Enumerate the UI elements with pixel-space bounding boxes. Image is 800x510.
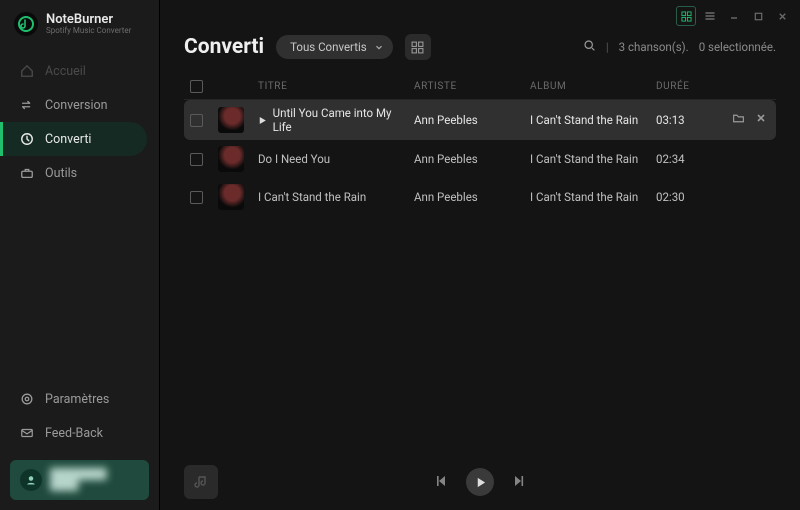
sidebar-item-label: Conversion (45, 98, 108, 113)
sidebar-item-home[interactable]: Accueil (0, 54, 147, 88)
close-icon (755, 112, 767, 124)
sidebar-item-label: Accueil (45, 64, 86, 79)
track-title: I Can't Stand the Rain (258, 190, 366, 204)
track-duration: 02:34 (656, 152, 711, 166)
sidebar-item-settings[interactable]: Paramètres (0, 382, 147, 416)
brand-subtitle: Spotify Music Converter (46, 27, 131, 35)
brand-title: NoteBurner (46, 13, 131, 27)
chevron-down-icon (374, 42, 384, 52)
sidebar-item-label: Paramètres (45, 392, 109, 407)
col-duration: DURÉE (656, 81, 711, 92)
sidebar-item-tools[interactable]: Outils (0, 156, 147, 190)
play-icon (475, 477, 486, 488)
table-header: TITRE ARTISTE ALBUM DURÉE (184, 74, 776, 100)
filter-dropdown[interactable]: Tous Convertis (276, 35, 393, 59)
page-header: Converti Tous Convertis | 3 chanson(s). … (160, 26, 800, 74)
sidebar-item-conversion[interactable]: Conversion (0, 88, 147, 122)
sidebar-item-label: Converti (45, 132, 91, 147)
track-duration: 02:30 (656, 190, 711, 204)
col-title: TITRE (258, 81, 408, 92)
window-close-icon[interactable] (772, 6, 792, 26)
prev-button[interactable] (434, 474, 448, 491)
row-checkbox[interactable] (190, 153, 203, 166)
menu-icon[interactable] (700, 6, 720, 26)
track-album: I Can't Stand the Rain (530, 113, 650, 127)
play-icon[interactable] (258, 116, 267, 125)
table-row[interactable]: Do I Need You Ann Peebles I Can't Stand … (184, 140, 776, 178)
toolbox-icon (19, 165, 35, 181)
convert-icon (19, 97, 35, 113)
grid-icon (411, 41, 424, 54)
select-all-checkbox[interactable] (190, 80, 203, 93)
row-checkbox[interactable] (190, 191, 203, 204)
history-icon (19, 131, 35, 147)
app-logo-icon (14, 12, 38, 36)
album-art (218, 146, 244, 172)
avatar-icon (20, 469, 42, 491)
sidebar-item-feedback[interactable]: Feed-Back (0, 416, 147, 450)
brand: NoteBurner Spotify Music Converter (0, 0, 159, 54)
search-button[interactable] (583, 39, 596, 55)
track-artist: Ann Peebles (414, 190, 524, 204)
open-folder-button[interactable] (732, 112, 745, 128)
window-minimize-icon[interactable] (724, 6, 744, 26)
table-row[interactable]: I Can't Stand the Rain Ann Peebles I Can… (184, 178, 776, 216)
status-selected: 0 selectionnée. (699, 40, 776, 54)
track-table: TITRE ARTISTE ALBUM DURÉE Until You Came… (160, 74, 800, 454)
search-icon (583, 39, 596, 52)
play-button[interactable] (466, 468, 494, 496)
separator: | (606, 40, 609, 54)
status-count: 3 chanson(s). (619, 40, 689, 54)
skip-back-icon (434, 474, 448, 488)
player-bar (160, 454, 800, 510)
col-artist: ARTISTE (414, 81, 524, 92)
col-album: ALBUM (530, 81, 650, 92)
account-card[interactable]: ████████ ████ (10, 460, 149, 500)
row-checkbox[interactable] (190, 114, 203, 127)
filter-label: Tous Convertis (290, 40, 367, 54)
track-title: Do I Need You (258, 152, 330, 166)
sidebar-item-label: Outils (45, 166, 77, 181)
player-art (184, 465, 218, 499)
track-album: I Can't Stand the Rain (530, 152, 650, 166)
settings-icon (19, 391, 35, 407)
track-artist: Ann Peebles (414, 113, 524, 127)
sidebar: NoteBurner Spotify Music Converter Accue… (0, 0, 160, 510)
layout-grid-icon[interactable] (676, 6, 696, 26)
sidebar-item-label: Feed-Back (45, 426, 103, 441)
sidebar-nav: Accueil Conversion Converti Outils (0, 54, 159, 190)
skip-forward-icon (512, 474, 526, 488)
page-title: Converti (184, 35, 264, 59)
window-maximize-icon[interactable] (748, 6, 768, 26)
home-icon (19, 63, 35, 79)
track-duration: 03:13 (656, 113, 711, 127)
track-album: I Can't Stand the Rain (530, 190, 650, 204)
sidebar-item-converted[interactable]: Converti (0, 122, 147, 156)
mail-icon (19, 425, 35, 441)
album-art (218, 107, 244, 133)
track-title: Until You Came into My Life (273, 106, 408, 134)
delete-button[interactable] (755, 112, 767, 128)
table-row[interactable]: Until You Came into My Life Ann Peebles … (184, 100, 776, 140)
music-note-icon (193, 474, 209, 490)
track-artist: Ann Peebles (414, 152, 524, 166)
main: Converti Tous Convertis | 3 chanson(s). … (160, 0, 800, 510)
next-button[interactable] (512, 474, 526, 491)
view-grid-button[interactable] (405, 34, 431, 60)
folder-icon (732, 112, 745, 125)
album-art (218, 184, 244, 210)
account-info: ████████ ████ (50, 469, 107, 491)
titlebar (160, 0, 800, 26)
